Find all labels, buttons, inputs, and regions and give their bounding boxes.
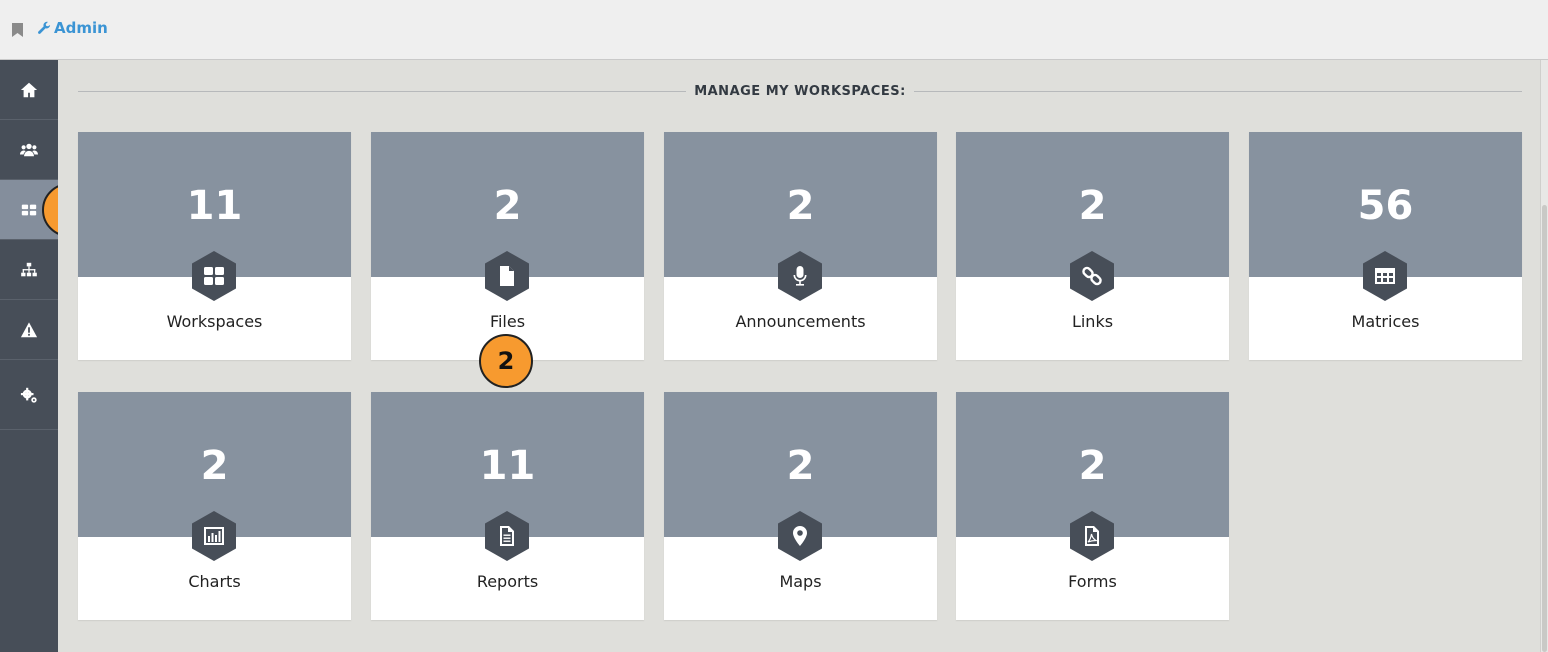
tile-icon-badge: [483, 510, 531, 562]
tile-icon-badge: [1068, 510, 1116, 562]
document-icon: [500, 526, 514, 546]
tile-count: 11: [186, 183, 243, 229]
microphone-icon: [793, 266, 807, 286]
tile-icon-badge: [190, 250, 238, 302]
tile-count: 2: [1078, 183, 1107, 229]
tile-count: 11: [479, 443, 536, 489]
sidebar-item-home[interactable]: [0, 60, 58, 120]
callout-marker-2: 2: [479, 334, 533, 388]
tile-label: Announcements: [735, 312, 866, 331]
tile-label: Charts: [188, 572, 241, 591]
scrollbar-thumb[interactable]: [1542, 205, 1547, 652]
gears-icon: [20, 387, 37, 403]
tile-count: 2: [786, 443, 815, 489]
tile-announcements[interactable]: 2 Announcements: [664, 132, 937, 360]
tile-icon-badge: [776, 510, 824, 562]
section-title: MANAGE MY WORKSPACES:: [694, 84, 906, 99]
tile-count: 2: [1078, 443, 1107, 489]
tile-icon-badge: [1068, 250, 1116, 302]
map-pin-icon: [793, 526, 807, 546]
admin-link[interactable]: Admin: [37, 19, 108, 37]
sidebar-item-sitemap[interactable]: [0, 240, 58, 300]
tile-label: Files: [489, 312, 526, 331]
tile-label: Workspaces: [166, 312, 263, 331]
tile-label: Reports: [476, 572, 539, 591]
tile-charts[interactable]: 2 Charts: [78, 392, 351, 620]
bar-chart-icon: [204, 527, 224, 545]
wrench-icon: [38, 21, 51, 34]
home-icon: [20, 82, 38, 97]
sidebar-item-settings[interactable]: [0, 360, 58, 430]
top-bar: Admin: [0, 0, 1548, 60]
table-icon: [1375, 268, 1395, 284]
bookmark-icon[interactable]: [12, 23, 23, 37]
sidebar-item-alerts[interactable]: [0, 300, 58, 360]
tile-label: Matrices: [1351, 312, 1420, 331]
sidebar-item-users[interactable]: [0, 120, 58, 180]
tile-count: 2: [200, 443, 229, 489]
tile-forms[interactable]: 2 Forms: [956, 392, 1229, 620]
tile-reports[interactable]: 11 Reports: [371, 392, 644, 620]
tile-links[interactable]: 2 Links: [956, 132, 1229, 360]
pdf-icon: [1085, 526, 1099, 546]
tile-label: Links: [1071, 312, 1114, 331]
tile-label: Forms: [1068, 572, 1117, 591]
tile-count: 2: [493, 183, 522, 229]
tile-matrices[interactable]: 56 Matrices: [1249, 132, 1522, 360]
tile-files[interactable]: 2 Files: [371, 132, 644, 360]
section-divider-right: [914, 91, 1522, 92]
users-icon: [20, 143, 38, 156]
section-divider-left: [78, 91, 686, 92]
grid-icon: [204, 267, 224, 285]
file-icon: [500, 266, 514, 286]
tile-maps[interactable]: 2 Maps: [664, 392, 937, 620]
tile-icon-badge: [1361, 250, 1409, 302]
sidebar: [0, 60, 58, 652]
tile-label: Maps: [779, 572, 822, 591]
tile-icon-badge: [483, 250, 531, 302]
warning-icon: [20, 321, 38, 337]
tile-icon-badge: [190, 510, 238, 562]
sitemap-icon: [21, 262, 37, 276]
tile-workspaces[interactable]: 11 Workspaces: [78, 132, 351, 360]
link-icon: [1082, 266, 1102, 286]
tile-icon-badge: [776, 250, 824, 302]
admin-label: Admin: [54, 19, 108, 37]
tile-count: 2: [786, 183, 815, 229]
grid-icon: [21, 204, 37, 215]
tile-count: 56: [1357, 183, 1414, 229]
